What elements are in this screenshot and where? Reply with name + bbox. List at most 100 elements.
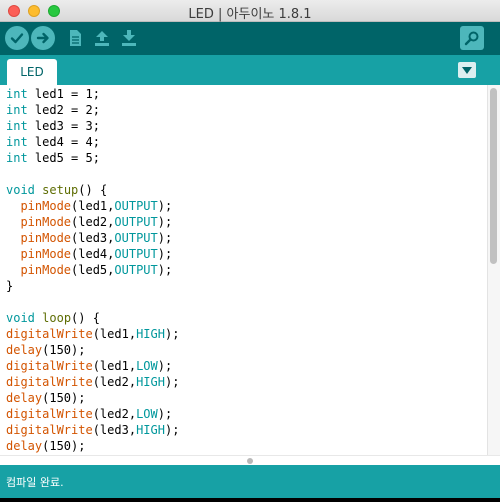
- code-token: void: [6, 311, 35, 325]
- code-token: (led3,: [92, 423, 137, 437]
- code-token: digitalWrite: [6, 407, 93, 421]
- serial-monitor-button[interactable]: [460, 26, 484, 50]
- code-line[interactable]: [6, 294, 179, 310]
- code-token: int: [6, 87, 28, 101]
- code-line[interactable]: int led5 = 5;: [6, 150, 179, 166]
- code-text[interactable]: int led1 = 1; int led2 = 2; int led3 = 3; i…: [6, 86, 179, 454]
- code-token: );: [164, 375, 180, 389]
- code-token: delay: [6, 439, 43, 453]
- code-token: digitalWrite: [6, 375, 93, 389]
- code-token: led4 = 4;: [27, 135, 100, 149]
- code-token: OUTPUT: [114, 199, 158, 213]
- window-title: LED | 아두이노 1.8.1: [188, 7, 312, 22]
- code-token: HIGH: [136, 375, 165, 389]
- code-token: );: [164, 327, 180, 341]
- code-token: (led2,: [71, 215, 115, 229]
- code-line[interactable]: pinMode(led4,OUTPUT);: [6, 246, 179, 262]
- code-token: OUTPUT: [114, 263, 158, 277]
- code-token: (150);: [42, 391, 86, 405]
- code-token: HIGH: [136, 423, 165, 437]
- code-token: );: [157, 199, 173, 213]
- code-token: );: [157, 231, 173, 245]
- code-token: void: [6, 183, 35, 197]
- code-token: led2 = 2;: [27, 103, 100, 117]
- code-line[interactable]: pinMode(led3,OUTPUT);: [6, 230, 179, 246]
- code-token: delay: [6, 391, 43, 405]
- triangle-down-icon: [462, 66, 472, 74]
- code-token: (led3,: [71, 231, 115, 245]
- console-output: [0, 498, 500, 502]
- open-sketch-button[interactable]: [90, 26, 114, 50]
- save-sketch-button[interactable]: [117, 26, 141, 50]
- code-token: digitalWrite: [6, 423, 93, 437]
- code-line[interactable]: pinMode(led2,OUTPUT);: [6, 214, 179, 230]
- code-line[interactable]: digitalWrite(led2,HIGH);: [6, 374, 179, 390]
- code-token: (150);: [42, 439, 86, 453]
- code-token: );: [157, 263, 173, 277]
- upload-button[interactable]: [31, 26, 55, 50]
- code-line[interactable]: int led4 = 4;: [6, 134, 179, 150]
- new-sketch-button[interactable]: [63, 26, 87, 50]
- code-line[interactable]: int led2 = 2;: [6, 102, 179, 118]
- code-token: pinMode: [20, 215, 72, 229]
- code-line[interactable]: int led1 = 1;: [6, 86, 179, 102]
- code-token: pinMode: [20, 231, 72, 245]
- splitter-handle[interactable]: [247, 458, 253, 464]
- verify-button[interactable]: [5, 26, 29, 50]
- code-line[interactable]: void loop() {: [6, 310, 179, 326]
- code-token: int: [6, 151, 28, 165]
- code-token: OUTPUT: [114, 231, 158, 245]
- code-line[interactable]: delay(150);: [6, 438, 179, 454]
- code-line[interactable]: int led3 = 3;: [6, 118, 179, 134]
- status-message: 컴파일 완료.: [6, 476, 64, 489]
- code-token: loop: [42, 311, 72, 325]
- magnifier-icon: [464, 31, 479, 46]
- code-token: (led1,: [92, 359, 137, 373]
- code-token: );: [157, 215, 173, 229]
- code-token: int: [6, 135, 28, 149]
- code-line[interactable]: digitalWrite(led1,HIGH);: [6, 326, 179, 342]
- editor-scrollbar-thumb[interactable]: [490, 88, 497, 264]
- code-editor[interactable]: int led1 = 1; int led2 = 2; int led3 = 3; i…: [0, 85, 500, 455]
- code-line[interactable]: void setup() {: [6, 182, 179, 198]
- code-token: pinMode: [20, 199, 72, 213]
- code-token: (led2,: [92, 407, 137, 421]
- toolbar: [0, 22, 500, 55]
- code-line[interactable]: }: [6, 278, 179, 294]
- code-line[interactable]: digitalWrite(led2,LOW);: [6, 406, 179, 422]
- arrow-up-icon: [95, 31, 109, 46]
- code-line[interactable]: delay(150);: [6, 342, 179, 358]
- arrow-right-icon: [36, 32, 49, 44]
- code-line[interactable]: digitalWrite(led1,LOW);: [6, 358, 179, 374]
- code-token: );: [157, 247, 173, 261]
- code-token: LOW: [136, 359, 158, 373]
- status-bar: [0, 465, 500, 502]
- tab-bar: LED: [0, 55, 500, 85]
- code-line[interactable]: digitalWrite(led3,HIGH);: [6, 422, 179, 438]
- code-line[interactable]: [6, 166, 179, 182]
- code-token: (led1,: [92, 327, 137, 341]
- tab-led[interactable]: LED: [7, 59, 57, 85]
- code-token: pinMode: [20, 263, 72, 277]
- checkmark-icon: [10, 33, 24, 44]
- code-token: (led4,: [71, 247, 115, 261]
- code-token: digitalWrite: [6, 359, 93, 373]
- code-token: );: [164, 423, 180, 437]
- code-token: () {: [78, 183, 108, 197]
- code-token: digitalWrite: [6, 327, 93, 341]
- code-line[interactable]: pinMode(led1,OUTPUT);: [6, 198, 179, 214]
- code-token: int: [6, 103, 28, 117]
- code-token: (led2,: [92, 375, 137, 389]
- code-token: led1 = 1;: [27, 87, 100, 101]
- window-titlebar: LED | 아두이노 1.8.1: [0, 0, 500, 22]
- code-token: (led5,: [71, 263, 115, 277]
- code-line[interactable]: delay(150);: [6, 390, 179, 406]
- code-line[interactable]: pinMode(led5,OUTPUT);: [6, 262, 179, 278]
- tab-menu-button[interactable]: [458, 62, 476, 78]
- code-token: setup: [42, 183, 79, 197]
